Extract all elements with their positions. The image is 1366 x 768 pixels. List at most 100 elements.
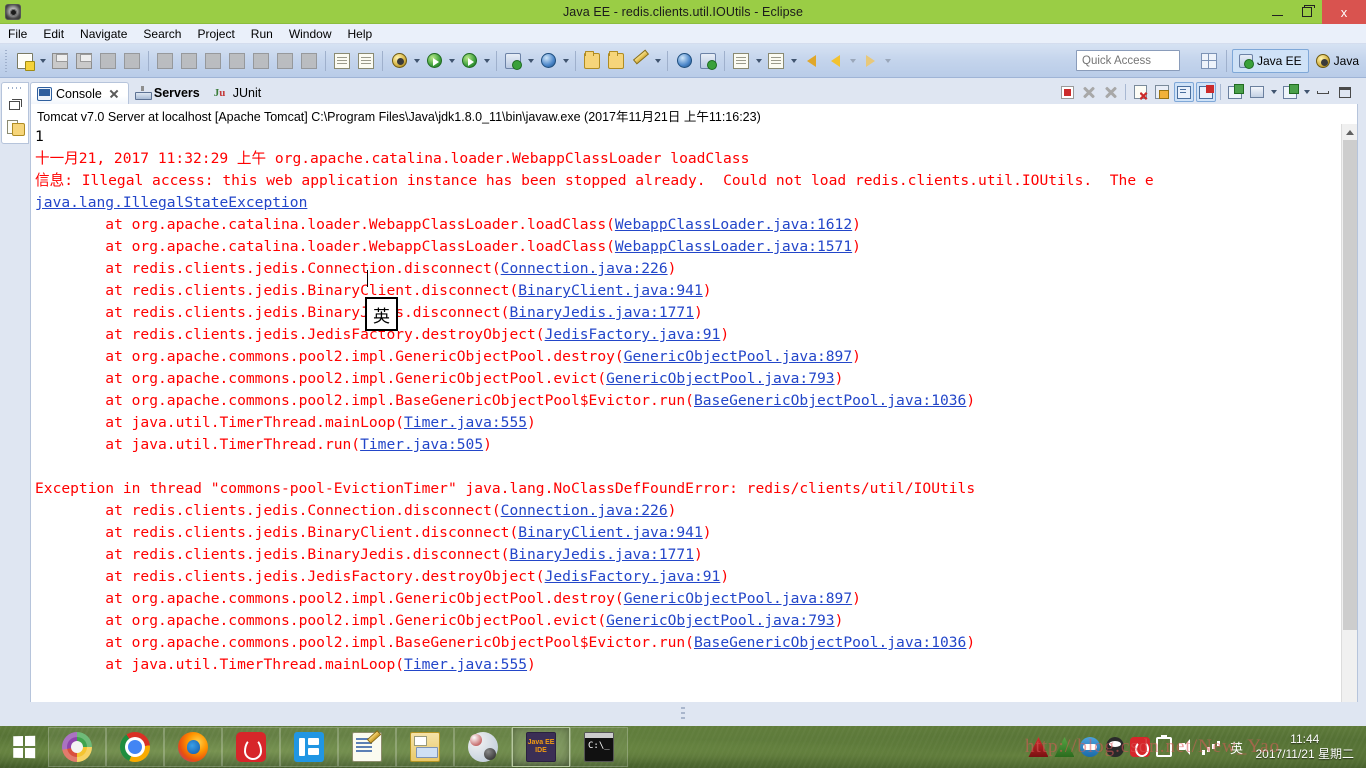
clear-console-icon[interactable] [1130, 82, 1150, 102]
console-output-area[interactable]: 1 十一月21, 2017 11:32:29 上午 org.apache.cata… [30, 124, 1358, 759]
taskbar-item-wps[interactable] [280, 727, 338, 767]
menu-search[interactable]: Search [135, 25, 189, 43]
menu-project[interactable]: Project [189, 25, 242, 43]
tab-console[interactable]: Console [30, 82, 129, 104]
perspective-java-ee[interactable]: Java EE [1231, 49, 1309, 73]
scroll-lock-icon[interactable] [1152, 82, 1172, 102]
display-console-dropdown-icon[interactable] [1268, 81, 1279, 103]
vertical-scroll-thumb[interactable] [1343, 140, 1357, 630]
taskbar-item-file-manager[interactable] [396, 727, 454, 767]
minimize-button[interactable] [1262, 0, 1292, 24]
menu-edit[interactable]: Edit [35, 25, 72, 43]
quick-access-input[interactable] [1076, 50, 1180, 71]
console-hyperlink[interactable]: Connection.java:226 [501, 260, 668, 277]
new-console-view-icon[interactable] [1280, 82, 1300, 102]
console-text[interactable]: 1 十一月21, 2017 11:32:29 上午 org.apache.cata… [35, 124, 1335, 714]
save-icon[interactable] [49, 50, 71, 72]
open-console-icon[interactable] [1225, 82, 1245, 102]
pin-console-icon[interactable] [1174, 82, 1194, 102]
tab-junit[interactable]: Ju JUnit [208, 82, 269, 104]
run-dropdown-icon[interactable] [446, 50, 457, 72]
volume-icon[interactable] [1178, 738, 1196, 756]
web-browser-icon[interactable] [673, 50, 695, 72]
console-hyperlink[interactable]: GenericObjectPool.java:897 [624, 348, 852, 365]
new-java-class-icon[interactable] [730, 50, 752, 72]
print-icon[interactable] [97, 50, 119, 72]
console-hyperlink[interactable]: BinaryJedis.java:1771 [509, 546, 694, 563]
project-explorer-icon[interactable] [3, 116, 27, 138]
taskbar-item-notepad[interactable] [338, 727, 396, 767]
console-hyperlink[interactable]: GenericObjectPool.java:897 [624, 590, 852, 607]
cloud-disk-icon[interactable] [1080, 737, 1101, 757]
edit-dropdown-icon[interactable] [652, 50, 663, 72]
terminate-icon[interactable] [1057, 82, 1077, 102]
close-button[interactable]: x [1322, 0, 1366, 24]
forward-icon[interactable] [859, 50, 881, 72]
thunder-icon[interactable] [1028, 737, 1049, 757]
console-hyperlink[interactable]: BinaryClient.java:941 [518, 524, 703, 541]
battery-icon[interactable] [1156, 735, 1173, 757]
network-icon[interactable] [1202, 739, 1220, 755]
console-hyperlink[interactable]: WebappClassLoader.java:1571 [615, 238, 852, 255]
start-button[interactable] [0, 726, 48, 768]
resize-handle[interactable] [681, 707, 685, 721]
open-resource-icon[interactable] [605, 50, 627, 72]
new-java-class-dropdown-icon[interactable] [753, 50, 764, 72]
taskbar-item-command-prompt[interactable] [570, 727, 628, 767]
step-return-icon[interactable] [298, 50, 320, 72]
maximize-icon[interactable] [1335, 82, 1355, 102]
taskbar-item-eclipse[interactable]: Java EE IDE [512, 727, 570, 767]
menu-help[interactable]: Help [340, 25, 381, 43]
previous-annotation-icon[interactable] [800, 50, 822, 72]
toggle-breakpoint-icon[interactable] [121, 50, 143, 72]
resume-icon[interactable] [154, 50, 176, 72]
console-hyperlink[interactable]: Timer.java:555 [404, 656, 527, 673]
restore-icon[interactable] [3, 93, 27, 115]
new-annotation-icon[interactable] [765, 50, 787, 72]
step-into-icon[interactable] [250, 50, 272, 72]
maximize-button[interactable] [1292, 0, 1322, 24]
menu-run[interactable]: Run [243, 25, 281, 43]
taskbar-clock[interactable]: 11:44 2017/11/21 星期二 [1255, 732, 1354, 762]
perspective-java[interactable]: Java [1309, 49, 1366, 73]
open-task-icon[interactable] [331, 50, 353, 72]
fast-view-grip[interactable] [8, 85, 22, 91]
debug-dropdown-icon[interactable] [411, 50, 422, 72]
console-hyperlink[interactable]: BinaryClient.java:941 [518, 282, 703, 299]
console-hyperlink[interactable]: JedisFactory.java:91 [545, 326, 721, 343]
run-on-server-icon[interactable] [697, 50, 719, 72]
close-icon[interactable] [108, 88, 120, 100]
edit-icon[interactable] [629, 50, 651, 72]
menu-file[interactable]: File [0, 25, 35, 43]
terminate-icon[interactable] [202, 50, 224, 72]
console-hyperlink[interactable]: java.lang.IllegalStateException [35, 194, 307, 211]
ime-icon[interactable]: 英 [1226, 737, 1246, 757]
console-hyperlink[interactable]: Connection.java:226 [501, 502, 668, 519]
menu-window[interactable]: Window [281, 25, 340, 43]
console-hyperlink[interactable]: Timer.java:555 [404, 414, 527, 431]
skip-breakpoints-icon[interactable] [355, 50, 377, 72]
toolbar-grip[interactable] [3, 49, 10, 72]
external-tools-dropdown-icon[interactable] [481, 50, 492, 72]
run-external-tools-icon[interactable] [458, 50, 480, 72]
new-console-dropdown-icon[interactable] [1301, 81, 1312, 103]
open-type-icon[interactable] [581, 50, 603, 72]
console-hyperlink[interactable]: JedisFactory.java:91 [545, 568, 721, 585]
suspend-icon[interactable] [178, 50, 200, 72]
menu-navigate[interactable]: Navigate [72, 25, 135, 43]
console-hyperlink[interactable]: BinaryJedis.java:1771 [509, 304, 694, 321]
new-server-dropdown-icon[interactable] [525, 50, 536, 72]
debug-icon[interactable] [388, 50, 410, 72]
display-console-icon[interactable] [1247, 82, 1267, 102]
taskbar-item-netease-music[interactable] [222, 727, 280, 767]
new-server-icon[interactable] [502, 50, 524, 72]
taskbar-item-photos[interactable] [48, 727, 106, 767]
search-dropdown-icon[interactable] [560, 50, 571, 72]
console-hyperlink[interactable]: BaseGenericObjectPool.java:1036 [694, 392, 966, 409]
remove-launch-icon[interactable] [1079, 82, 1099, 102]
new-wizard-dropdown-icon[interactable] [37, 50, 48, 72]
console-vertical-scrollbar[interactable] [1341, 124, 1357, 714]
run-icon[interactable] [423, 50, 445, 72]
step-over-icon[interactable] [274, 50, 296, 72]
taskbar-item-chrome[interactable] [106, 727, 164, 767]
